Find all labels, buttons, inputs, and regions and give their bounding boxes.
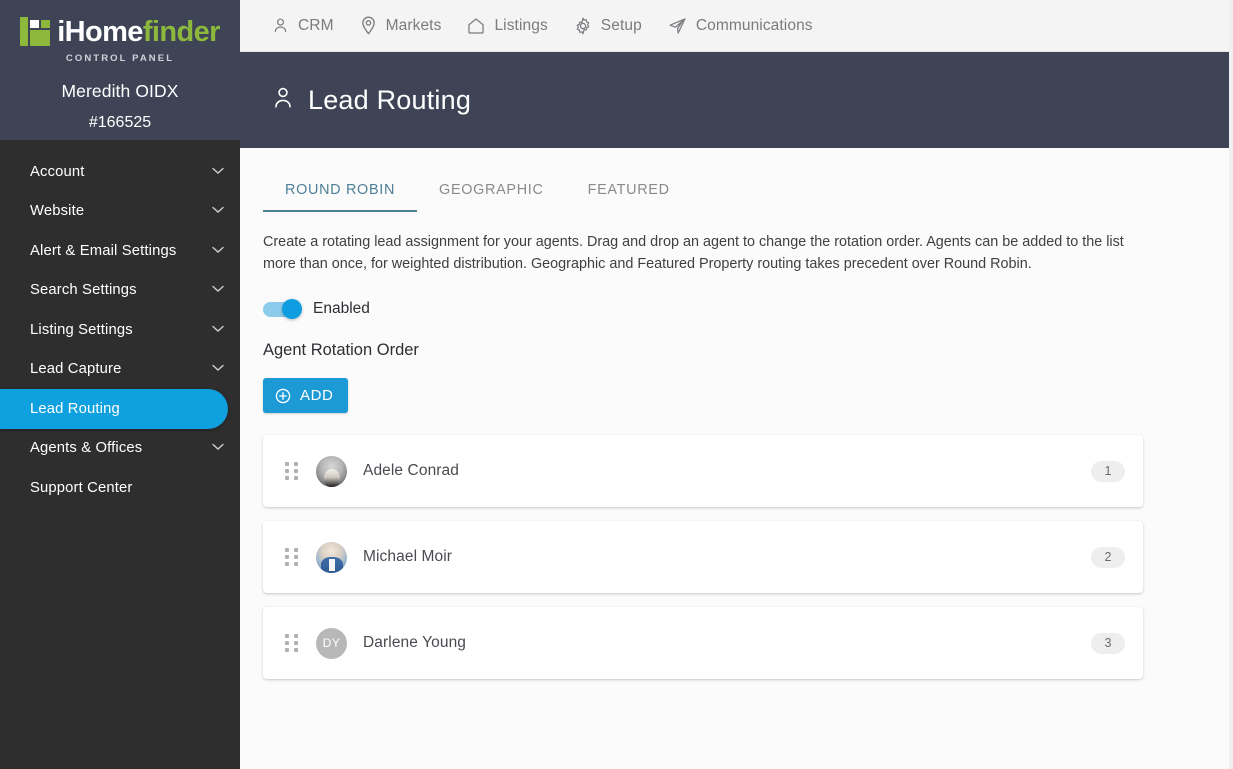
toggle-knob <box>282 299 302 319</box>
house-icon <box>467 17 485 35</box>
chevron-down-icon <box>212 285 224 293</box>
enabled-toggle-label: Enabled <box>313 300 370 317</box>
description-text: Create a rotating lead assignment for yo… <box>263 234 1124 272</box>
topnav-label: Markets <box>385 16 442 34</box>
drag-handle-icon[interactable] <box>285 634 298 652</box>
topnav-item-crm[interactable]: CRM <box>272 17 334 35</box>
sidebar-item-label: Listing Settings <box>30 321 133 338</box>
chevron-down-icon <box>212 325 224 333</box>
sidebar: iHomefinder CONTROL PANEL Meredith OIDX … <box>0 0 240 769</box>
sidebar-item-agents-offices[interactable]: Agents & Offices <box>0 429 240 469</box>
sidebar-nav: Account Website Alert & Email Settings S… <box>0 140 240 508</box>
topnav-label: Setup <box>600 16 642 34</box>
sidebar-item-label: Alert & Email Settings <box>30 242 177 259</box>
logo-house-icon <box>30 20 51 46</box>
sidebar-item-website[interactable]: Website <box>0 192 240 232</box>
topnav-item-communications[interactable]: Communications <box>668 17 813 35</box>
chevron-down-icon <box>212 167 224 175</box>
agent-name: Michael Moir <box>363 548 453 565</box>
logo-mark-icon <box>20 17 51 46</box>
agent-name: Adele Conrad <box>363 462 459 479</box>
topnav-item-setup[interactable]: Setup <box>574 17 642 35</box>
agent-row[interactable]: Michael Moir 2 <box>263 521 1143 593</box>
tab-round-robin[interactable]: ROUND ROBIN <box>263 174 418 212</box>
tab-featured[interactable]: FEATURED <box>566 174 692 212</box>
chevron-down-icon <box>212 246 224 254</box>
sidebar-item-listing-settings[interactable]: Listing Settings <box>0 310 240 350</box>
agent-name: Darlene Young <box>363 634 467 651</box>
tab-bar: ROUND ROBIN GEOGRAPHIC FEATURED <box>240 148 1233 212</box>
sidebar-item-lead-capture[interactable]: Lead Capture <box>0 350 240 390</box>
add-button-label: ADD <box>300 387 334 404</box>
chevron-down-icon <box>212 364 224 372</box>
logo-subtitle: CONTROL PANEL <box>65 53 175 64</box>
enabled-toggle[interactable] <box>263 299 302 319</box>
sidebar-item-support-center[interactable]: Support Center <box>0 468 240 508</box>
topnav-item-markets[interactable]: Markets <box>360 16 442 35</box>
logo-wordmark: iHomefinder <box>57 15 221 48</box>
sidebar-item-label: Lead Routing <box>30 400 120 417</box>
logo-text-secondary: finder <box>142 15 221 48</box>
person-icon <box>272 86 294 115</box>
app-root: iHomefinder CONTROL PANEL Meredith OIDX … <box>0 0 1233 769</box>
agent-row[interactable]: DY Darlene Young 3 <box>263 607 1143 679</box>
ihomefinder-logo-icon[interactable]: iHomefinder <box>20 14 220 50</box>
sidebar-item-label: Account <box>30 163 85 180</box>
sidebar-item-alert-email-settings[interactable]: Alert & Email Settings <box>0 231 240 271</box>
topnav-item-listings[interactable]: Listings <box>467 16 548 35</box>
agent-row[interactable]: Adele Conrad 1 <box>263 435 1143 507</box>
avatar <box>316 541 347 573</box>
agent-rotation-list: Adele Conrad 1 Michael Moir 2 DY Darlene… <box>263 435 1143 679</box>
account-name: Meredith OIDX <box>61 81 179 101</box>
paper-plane-icon <box>668 17 687 35</box>
content-area: ROUND ROBIN GEOGRAPHIC FEATURED Create a… <box>240 148 1233 769</box>
person-icon <box>272 17 289 34</box>
add-button[interactable]: ADD <box>263 378 349 413</box>
chevron-down-icon <box>212 206 224 214</box>
map-pin-icon <box>360 16 377 35</box>
topnav-label: CRM <box>298 16 334 34</box>
avatar <box>316 455 347 487</box>
logo-text-primary: iHome <box>57 15 143 48</box>
sidebar-item-label: Search Settings <box>30 282 137 299</box>
topnav-label: Communications <box>695 16 813 34</box>
page-header: Lead Routing <box>240 52 1233 148</box>
section-title-agent-rotation-order: Agent Rotation Order <box>263 341 419 359</box>
chevron-down-icon <box>212 443 224 451</box>
order-badge: 2 <box>1091 546 1125 568</box>
sidebar-item-search-settings[interactable]: Search Settings <box>0 271 240 311</box>
sidebar-brand: iHomefinder CONTROL PANEL Meredith OIDX … <box>0 0 240 140</box>
order-badge: 3 <box>1091 632 1125 654</box>
sidebar-item-account[interactable]: Account <box>0 152 240 192</box>
top-navigation: CRM Markets Listings Setup Communication… <box>240 0 1233 52</box>
sidebar-item-label: Website <box>30 203 85 220</box>
order-badge: 1 <box>1091 460 1125 482</box>
sidebar-item-lead-routing[interactable]: Lead Routing <box>0 389 228 429</box>
sidebar-item-label: Lead Capture <box>30 361 122 378</box>
avatar: DY <box>316 627 347 659</box>
logo-bar-icon <box>20 17 29 46</box>
enabled-toggle-row: Enabled <box>263 299 1233 319</box>
account-id: #166525 <box>88 114 152 131</box>
page-right-edge <box>1229 0 1233 769</box>
drag-handle-icon[interactable] <box>285 548 298 566</box>
topnav-label: Listings <box>494 16 548 34</box>
drag-handle-icon[interactable] <box>285 462 298 480</box>
sidebar-item-label: Support Center <box>30 479 133 496</box>
plus-circle-icon <box>275 388 291 404</box>
gear-icon <box>574 17 592 35</box>
tab-geographic[interactable]: GEOGRAPHIC <box>417 174 566 212</box>
sidebar-item-label: Agents & Offices <box>30 440 143 457</box>
main-area: CRM Markets Listings Setup Communication… <box>240 0 1233 769</box>
page-title: Lead Routing <box>308 84 472 115</box>
